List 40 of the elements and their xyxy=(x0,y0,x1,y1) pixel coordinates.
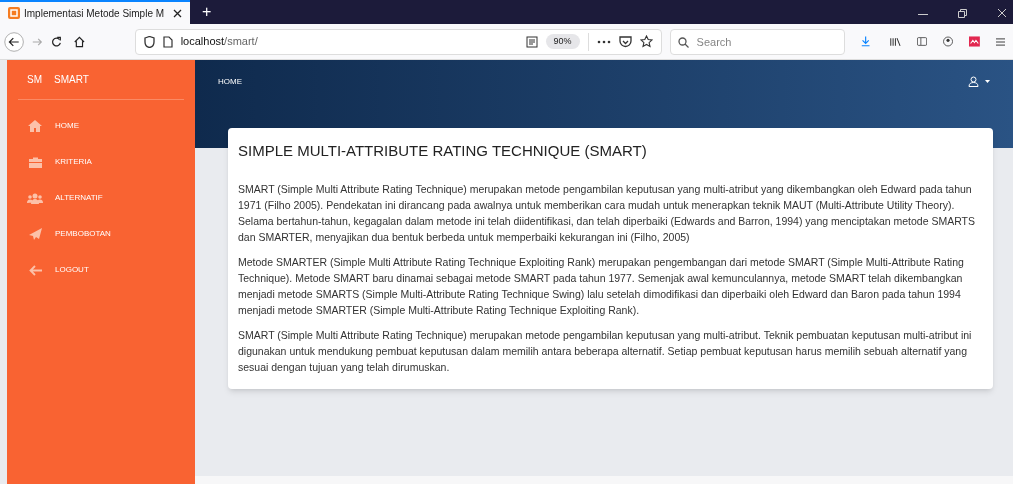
pocket-icon[interactable] xyxy=(618,35,632,48)
paragraph: SMART (Simple Multi Attribute Rating Technique) merupakan metode pengambilan keputusan yang multi-atribut yang dikembangkan oleh Edward pada tahun 1971 (Filho 2005). Pendekatan ini dirancang pada awalnya untuk memberikan cara mudah untuk menerapkan teknik MAUT (Multi-Attribute Utility Theory). Selama bertahun-tahun, kegagalan dalam metode ini telah diidentifikasi, dan telah diperbaiki (Edwards and Barron, 1994) yang menciptakan metode SMARTS dan SMARTER, menyajikan dua bentuk berbeda untuk memperbaiki kekurangan ini (Filho, 2005) xyxy=(238,181,976,245)
new-tab-button[interactable]: + xyxy=(190,0,224,24)
paper-plane-icon xyxy=(28,228,42,240)
download-icon[interactable] xyxy=(860,35,870,48)
restore-icon[interactable] xyxy=(958,9,967,18)
close-icon[interactable] xyxy=(173,8,182,18)
briefcase-icon xyxy=(28,156,42,168)
user-icon[interactable] xyxy=(968,76,979,87)
search-field[interactable]: Search xyxy=(669,28,845,55)
sidebar-icon[interactable] xyxy=(916,36,927,47)
address-bar[interactable]: localhost/smart/ 90% xyxy=(134,28,662,55)
minimize-icon[interactable] xyxy=(918,14,928,16)
reload-icon[interactable] xyxy=(51,34,62,49)
browser-tab[interactable]: Implementasi Metode Simple M xyxy=(0,0,190,24)
url-host: localhost xyxy=(180,35,225,48)
menu-icon[interactable] xyxy=(995,36,1005,47)
arrow-left-icon xyxy=(28,264,42,276)
zoom-level-badge[interactable]: 90% xyxy=(545,33,580,50)
card-title: SIMPLE MULTI-ATTRIBUTE RATING TECHNIQUE (SMART) xyxy=(238,141,648,161)
reader-view-icon[interactable] xyxy=(525,35,538,48)
paragraph: Metode SMARTER (Simple Multi Attribute Rating Technique Exploiting Rank) merupakan pengembangan dari metode SMART (Simple Multi-Attribute Rating Technique). Metode SMART baru dinamai sebagai metode SMART pada tahun 1977. Semenjak awal kemunculannya, metode SMART telah dikembangkan menjadi metode SMARTS (Simple Multi-Attribute Rating Technique Swing) lalu setelah dimodifikasi dan diperbaiki oleh Edward dan Baron pada tahun 1994 menjadi metode SMARTER (Simple Multi-Attribute Rating Technique Exploiting Rank). xyxy=(238,254,965,318)
tab-title: Implementasi Metode Simple M xyxy=(24,6,166,21)
library-icon[interactable] xyxy=(889,35,901,48)
more-icon[interactable] xyxy=(596,39,611,44)
star-icon[interactable] xyxy=(639,35,653,48)
page-icon xyxy=(162,35,173,48)
url-path: /smart/ xyxy=(224,35,258,48)
navbar-title[interactable]: HOME xyxy=(218,76,242,88)
app-favicon-icon xyxy=(8,7,20,19)
house-icon xyxy=(28,120,42,132)
logo-mini: SM xyxy=(27,73,42,87)
shield-icon xyxy=(143,35,155,48)
extension-icon[interactable] xyxy=(968,35,980,48)
paragraph: SMART (Simple Multi Attribute Rating Technique) merupakan metode pengambilan keputusan yang multi-atribut. Teknik pembuatan keputusan multi-atribut ini digunakan untuk mendukung pembuat keputusan dalam memilih antara beberapa alternatif. Setiap pembuat keputusan harus memilih sebuah alternatif yang sesuai dengan tujuan yang telah dirumuskan. xyxy=(238,327,973,375)
logo-text: SMART xyxy=(54,73,89,87)
users-icon xyxy=(27,192,43,204)
caret-icon[interactable] xyxy=(985,80,990,83)
search-icon xyxy=(677,36,689,48)
home-icon[interactable] xyxy=(73,34,85,49)
